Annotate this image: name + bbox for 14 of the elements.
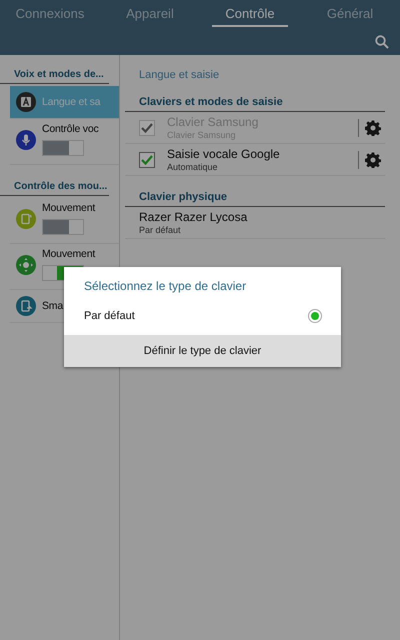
item-label: Mouvement: [42, 202, 96, 214]
item-label: Contrôle voc: [42, 123, 99, 135]
row-subtitle: Par défaut: [139, 225, 182, 235]
option-label: Par défaut: [84, 310, 135, 322]
section-header: Claviers et modes de saisie: [125, 81, 385, 112]
section-header: Voix et modes de...: [0, 67, 109, 84]
dialog-title: Sélectionnez le type de clavier: [83, 278, 248, 293]
item-label: Sma: [42, 300, 63, 312]
section-header: Clavier physique: [125, 176, 385, 207]
item-label: Mouvement: [42, 248, 96, 260]
page-title: Langue et saisie: [138, 68, 220, 81]
item-label: Langue et sa: [42, 96, 100, 108]
section-header: Contrôle des mou...: [0, 179, 109, 196]
row-subtitle: Automatique: [167, 162, 219, 172]
